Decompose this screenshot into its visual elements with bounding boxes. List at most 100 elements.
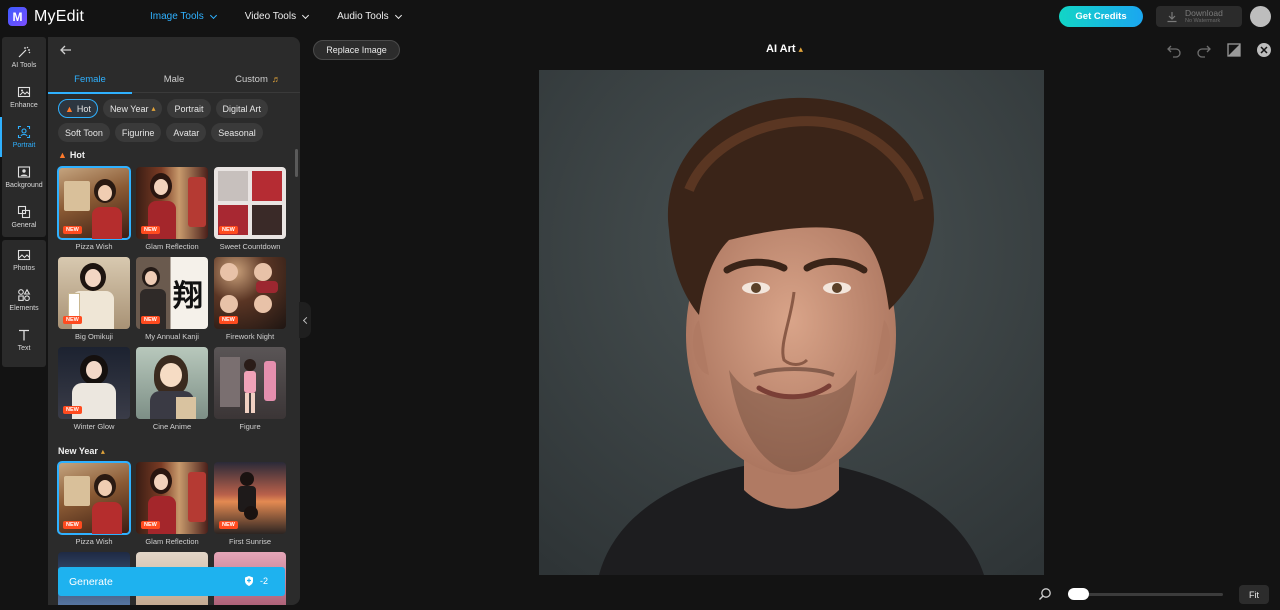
rail-enhance[interactable]: Enhance xyxy=(2,77,46,117)
style-filter-chips: ▲ Hot New Year ▴ Portrait Digital Art Soft… xyxy=(58,99,293,147)
chip-soft-toon[interactable]: Soft Toon xyxy=(58,123,110,142)
chip-digital-art[interactable]: Digital Art xyxy=(215,99,269,118)
rail-text[interactable]: Text xyxy=(2,320,46,360)
style-card[interactable]: NEW Big Omikuji xyxy=(58,257,130,341)
rail-photos[interactable]: Photos xyxy=(2,240,46,280)
chip-portrait-label: Portrait xyxy=(174,103,204,114)
rail-general[interactable]: General xyxy=(2,197,46,237)
new-badge: NEW xyxy=(219,226,238,234)
zoom-slider-track[interactable] xyxy=(1068,593,1223,596)
zoom-slider-thumb[interactable] xyxy=(1068,588,1089,600)
style-card[interactable]: NEW First Sunrise xyxy=(214,462,286,546)
pizza-box-shape xyxy=(64,476,90,506)
new-badge: NEW xyxy=(219,521,238,529)
compare-icon[interactable] xyxy=(1226,42,1242,58)
new-badge: NEW xyxy=(141,521,160,529)
mirror-reflection-shape xyxy=(188,177,206,227)
chip-avatar[interactable]: Avatar xyxy=(166,123,207,142)
dress-shape xyxy=(92,207,122,239)
fit-button[interactable]: Fit xyxy=(1239,585,1269,604)
fire-icon: ▲ xyxy=(65,103,74,114)
style-card[interactable]: NEW Glam Reflection xyxy=(136,462,208,546)
nav-image-tools[interactable]: Image Tools xyxy=(150,11,217,22)
party-icon: ▴ xyxy=(151,104,156,113)
credit-cost: -2 xyxy=(243,575,268,587)
face-shape xyxy=(154,179,168,195)
chip-hot-label: Hot xyxy=(76,103,91,114)
generate-button[interactable]: Generate -2 xyxy=(58,567,285,596)
redo-icon[interactable] xyxy=(1196,42,1212,58)
style-card[interactable]: Figure xyxy=(214,347,286,431)
panel-scrollbar[interactable] xyxy=(295,149,298,177)
style-card[interactable]: NEW Firework Night xyxy=(214,257,286,341)
rail-portrait[interactable]: Portrait xyxy=(0,117,46,157)
style-card[interactable]: 翔 NEW My Annual Kanji xyxy=(136,257,208,341)
rail-elements[interactable]: Elements xyxy=(2,280,46,320)
chip-row: Soft Toon Figurine Avatar Seasonal xyxy=(58,123,293,142)
style-card-label: Pizza Wish xyxy=(75,242,113,251)
style-card[interactable]: NEW Pizza Wish xyxy=(57,461,131,546)
back-arrow-icon[interactable] xyxy=(59,43,73,57)
pink-outfit-shape xyxy=(244,371,256,393)
rail-enhance-label: Enhance xyxy=(10,102,38,109)
dress-shape xyxy=(92,502,122,534)
photos-icon xyxy=(17,249,31,261)
figure-display-shape xyxy=(220,357,240,407)
face-shape xyxy=(145,271,157,285)
style-card-label: First Sunrise xyxy=(228,537,272,546)
tab-female[interactable]: Female xyxy=(48,65,132,94)
chip-avatar-label: Avatar xyxy=(173,127,200,138)
style-thumbnail: 翔 NEW xyxy=(136,257,208,329)
face-shape xyxy=(160,363,182,387)
gender-tabs: Female Male Custom ♬ xyxy=(48,65,300,94)
chip-seasonal[interactable]: Seasonal xyxy=(211,123,263,142)
section-title-hot: ▲ Hot xyxy=(58,150,85,160)
hair-shape xyxy=(240,472,254,486)
rail-elements-label: Elements xyxy=(9,305,39,312)
myedit-logo-icon: M xyxy=(8,7,27,26)
style-thumbnail: NEW xyxy=(136,462,208,534)
chip-new-year[interactable]: New Year ▴ xyxy=(102,99,163,118)
credit-cost-value: -2 xyxy=(259,576,268,586)
style-thumbnail: NEW xyxy=(214,167,286,239)
style-thumbnail: NEW xyxy=(57,166,131,240)
close-icon[interactable] xyxy=(1256,42,1272,58)
get-credits-button[interactable]: Get Credits xyxy=(1059,6,1143,27)
rail-group-assets: Photos Elements Text xyxy=(2,240,46,367)
party-icon: ▴ xyxy=(100,447,105,456)
rail-portrait-label: Portrait xyxy=(12,142,36,149)
zoom-icon[interactable] xyxy=(1038,587,1052,601)
style-card[interactable]: NEW Winter Glow xyxy=(58,347,130,431)
style-card[interactable]: Cine Anime xyxy=(136,347,208,431)
text-icon xyxy=(19,329,29,341)
chip-figurine[interactable]: Figurine xyxy=(114,123,162,142)
enhance-icon xyxy=(17,86,31,98)
nav-video-tools[interactable]: Video Tools xyxy=(244,11,310,22)
collapse-panel-handle[interactable] xyxy=(299,302,311,338)
style-card[interactable]: NEW Pizza Wish xyxy=(57,166,131,251)
elements-icon xyxy=(18,288,31,302)
tab-custom[interactable]: Custom ♬ xyxy=(216,65,300,93)
style-card[interactable]: NEW Glam Reflection xyxy=(136,167,208,251)
style-thumbnail: NEW xyxy=(58,257,130,329)
tab-male[interactable]: Male xyxy=(132,65,216,93)
style-card[interactable]: NEW Sweet Countdown xyxy=(214,167,286,251)
new-badge: NEW xyxy=(141,226,160,234)
face-shape xyxy=(254,263,272,281)
avatar[interactable] xyxy=(1250,6,1271,27)
magic-wand-icon xyxy=(18,46,31,58)
portrait-icon xyxy=(17,125,31,139)
download-button[interactable]: Download No Watermark xyxy=(1156,6,1242,27)
logo[interactable]: M MyEdit xyxy=(8,7,84,26)
chip-portrait[interactable]: Portrait xyxy=(167,99,211,118)
nav-video-tools-label: Video Tools xyxy=(244,11,297,22)
undo-icon[interactable] xyxy=(1166,42,1182,58)
replace-image-button[interactable]: Replace Image xyxy=(313,40,400,60)
portrait-image xyxy=(539,70,1044,575)
rail-ai-tools[interactable]: AI Tools xyxy=(2,37,46,77)
tab-female-label: Female xyxy=(74,73,106,85)
nav-audio-tools[interactable]: Audio Tools xyxy=(337,11,402,22)
chip-hot[interactable]: ▲ Hot xyxy=(58,99,98,118)
chevron-left-icon xyxy=(302,316,310,324)
rail-background[interactable]: Background xyxy=(2,157,46,197)
